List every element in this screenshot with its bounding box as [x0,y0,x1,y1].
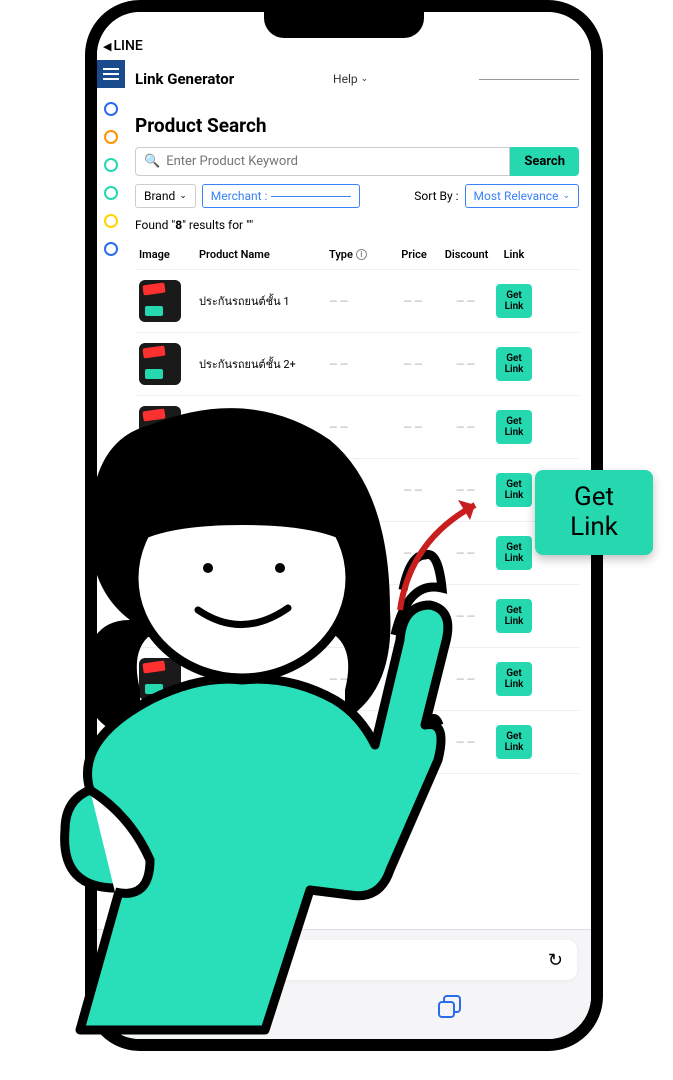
col-name: Product Name [199,248,329,261]
product-thumbnail[interactable] [139,280,181,322]
help-link[interactable]: Help ⌄ [333,72,368,86]
table-header: Image Product Name Typei Price Discount … [135,240,579,270]
get-link-button[interactable]: GetLink [496,662,532,696]
header: Link Generator Help ⌄ [135,66,579,98]
reload-icon[interactable]: ↻ [548,950,563,971]
search-input[interactable] [166,154,501,169]
search-button[interactable]: Search [510,147,579,176]
table-row: ประกันรถยนต์ชั้น 1 —— —— —— GetLink [135,270,579,333]
merchant-underline [271,196,351,197]
phone-notch [264,10,424,38]
search-row: 🔍 Search [135,147,579,176]
brand-label: Brand [144,189,175,203]
get-link-button[interactable]: GetLink [496,347,532,381]
get-link-button[interactable]: GetLink [496,725,532,759]
col-link: Link [494,248,534,261]
header-underline [479,79,579,80]
get-link-button[interactable]: GetLink [496,284,532,318]
page-title: Link Generator [135,70,234,88]
product-name: ประกันรถยนต์ชั้น 1 [199,292,329,310]
search-box[interactable]: 🔍 [135,147,510,176]
merchant-label: Merchant : [211,189,268,203]
product-price: —— [389,358,439,371]
pointer-arrow [380,480,510,620]
product-type: —— [329,358,389,371]
back-icon[interactable]: ◀ [103,40,111,53]
help-label: Help [333,72,358,86]
product-discount: —— [439,295,494,308]
col-price: Price [389,248,439,261]
menu-button[interactable] [97,60,125,88]
product-type: —— [329,295,389,308]
col-image: Image [139,248,199,261]
big-get-link-label: Get Link [570,483,618,543]
sidebar-dot-5[interactable] [104,242,118,256]
chevron-down-icon: ⌄ [361,74,369,84]
status-app-name[interactable]: LINE [113,38,142,54]
search-icon: 🔍 [144,154,160,169]
highlighted-get-link-button[interactable]: Get Link [535,470,653,555]
sidebar-dot-0[interactable] [104,102,118,116]
product-thumbnail[interactable] [139,343,181,385]
chevron-down-icon: ⌄ [562,191,570,201]
results-count: Found "8" results for "" [135,218,579,232]
sort-value: Most Relevance [474,189,559,203]
info-icon[interactable]: i [356,249,367,260]
chevron-down-icon: ⌄ [179,191,187,201]
sidebar-dot-4[interactable] [104,214,118,228]
sort-dropdown[interactable]: Most Relevance ⌄ [465,184,579,208]
merchant-filter[interactable]: Merchant : [202,184,361,208]
product-discount: —— [439,358,494,371]
sidebar-dot-3[interactable] [104,186,118,200]
product-price: —— [389,295,439,308]
sidebar-dot-2[interactable] [104,158,118,172]
table-row: ประกันรถยนต์ชั้น 2+ —— —— —— GetLink [135,333,579,396]
col-discount: Discount [439,248,494,261]
get-link-button[interactable]: GetLink [496,410,532,444]
sort-label: Sort By : [414,189,458,203]
sidebar-dot-1[interactable] [104,130,118,144]
product-name: ประกันรถยนต์ชั้น 2+ [199,355,329,373]
filter-row: Brand ⌄ Merchant : Sort By : Most Releva… [135,184,579,208]
brand-dropdown[interactable]: Brand ⌄ [135,184,196,208]
col-type: Typei [329,248,389,261]
section-title: Product Search [135,114,579,137]
